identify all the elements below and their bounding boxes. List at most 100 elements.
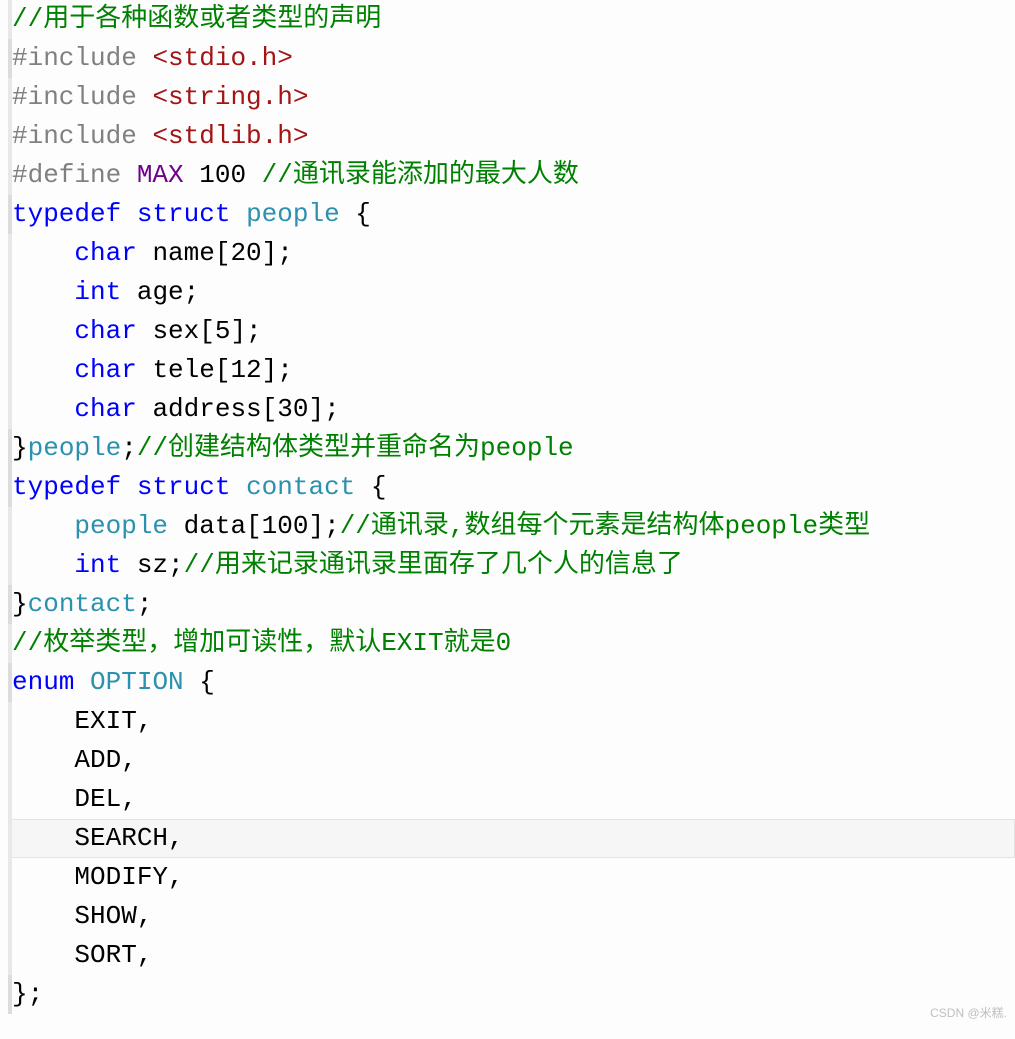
token-plain: { bbox=[184, 667, 215, 697]
fold-gutter bbox=[8, 429, 12, 468]
fold-gutter bbox=[8, 234, 12, 273]
token-plain: DEL, bbox=[12, 784, 137, 814]
token-keyword: char bbox=[74, 355, 136, 385]
line-content: char name[20]; bbox=[8, 234, 293, 273]
code-block: //用于各种函数或者类型的声明#include <stdio.h>#includ… bbox=[0, 0, 1015, 1014]
token-plain: sz; bbox=[121, 550, 183, 580]
token-angle: > bbox=[277, 43, 293, 73]
fold-gutter bbox=[8, 546, 12, 585]
line-content: }contact; bbox=[8, 585, 152, 624]
line-content: SORT, bbox=[8, 936, 152, 975]
token-plain: EXIT, bbox=[12, 706, 152, 736]
code-line: enum OPTION { bbox=[8, 663, 1015, 702]
token-keyword: char bbox=[74, 316, 136, 346]
token-typename: people bbox=[246, 199, 340, 229]
token-plain bbox=[230, 199, 246, 229]
code-line: DEL, bbox=[8, 780, 1015, 819]
line-content: int age; bbox=[8, 273, 199, 312]
token-plain: { bbox=[355, 472, 386, 502]
line-content: SEARCH, bbox=[8, 819, 184, 858]
code-line: char name[20]; bbox=[8, 234, 1015, 273]
token-plain: age; bbox=[121, 277, 199, 307]
token-preproc: #include bbox=[12, 82, 152, 112]
line-content: ADD, bbox=[8, 741, 137, 780]
token-plain: name[20]; bbox=[137, 238, 293, 268]
fold-gutter bbox=[8, 78, 12, 117]
token-angle: > bbox=[293, 82, 309, 112]
token-keyword: struct bbox=[137, 472, 231, 502]
line-content: enum OPTION { bbox=[8, 663, 215, 702]
line-content: }; bbox=[8, 975, 43, 1014]
line-content: DEL, bbox=[8, 780, 137, 819]
code-line: int age; bbox=[8, 273, 1015, 312]
token-plain bbox=[12, 238, 74, 268]
code-line: ADD, bbox=[8, 741, 1015, 780]
token-plain: ADD, bbox=[12, 745, 137, 775]
code-line: //用于各种函数或者类型的声明 bbox=[8, 0, 1015, 39]
token-comment: //用于各种函数或者类型的声明 bbox=[12, 4, 381, 34]
code-line: #define MAX 100 //通讯录能添加的最大人数 bbox=[8, 156, 1015, 195]
token-plain: SORT, bbox=[12, 940, 152, 970]
line-content: MODIFY, bbox=[8, 858, 184, 897]
fold-gutter bbox=[8, 507, 12, 546]
token-angle: < bbox=[152, 43, 168, 73]
line-content: }people;//创建结构体类型并重命名为people bbox=[8, 429, 574, 468]
code-line: }; bbox=[8, 975, 1015, 1014]
token-plain bbox=[74, 667, 90, 697]
token-incfile: stdlib.h bbox=[168, 121, 293, 151]
token-plain: data[100]; bbox=[168, 511, 340, 541]
token-preproc: #include bbox=[12, 121, 152, 151]
token-angle: < bbox=[152, 82, 168, 112]
token-preproc: #define bbox=[12, 160, 137, 190]
line-content: typedef struct people { bbox=[8, 195, 371, 234]
token-keyword: char bbox=[74, 238, 136, 268]
token-keyword: typedef bbox=[12, 199, 121, 229]
token-preproc: #include bbox=[12, 43, 152, 73]
token-comment: //创建结构体类型并重命名为people bbox=[137, 433, 574, 463]
line-content: char sex[5]; bbox=[8, 312, 262, 351]
fold-gutter bbox=[8, 195, 12, 234]
token-plain: address[30]; bbox=[137, 394, 340, 424]
token-plain bbox=[230, 472, 246, 502]
line-content: #include <string.h> bbox=[8, 78, 308, 117]
watermark: CSDN @米糕. bbox=[930, 994, 1007, 1033]
token-comment: //通讯录,数组每个元素是结构体people类型 bbox=[340, 511, 870, 541]
line-content: people data[100];//通讯录,数组每个元素是结构体people类… bbox=[8, 507, 870, 546]
token-typename: people bbox=[74, 511, 168, 541]
code-line: MODIFY, bbox=[8, 858, 1015, 897]
line-content: char tele[12]; bbox=[8, 351, 293, 390]
fold-gutter bbox=[8, 0, 12, 39]
token-plain: SEARCH, bbox=[12, 823, 184, 853]
fold-gutter bbox=[8, 39, 12, 78]
line-content: #define MAX 100 //通讯录能添加的最大人数 bbox=[8, 156, 579, 195]
token-plain bbox=[12, 550, 74, 580]
code-line: SHOW, bbox=[8, 897, 1015, 936]
line-content: #include <stdlib.h> bbox=[8, 117, 308, 156]
token-typename: people bbox=[28, 433, 122, 463]
code-line: SORT, bbox=[8, 936, 1015, 975]
line-content: int sz;//用来记录通讯录里面存了几个人的信息了 bbox=[8, 546, 683, 585]
token-plain: { bbox=[340, 199, 371, 229]
token-plain: tele[12]; bbox=[137, 355, 293, 385]
token-plain: }; bbox=[12, 979, 43, 1009]
token-macro: MAX bbox=[137, 160, 184, 190]
token-angle: > bbox=[293, 121, 309, 151]
code-line: //枚举类型，增加可读性，默认EXIT就是0 bbox=[8, 624, 1015, 663]
token-incfile: string.h bbox=[168, 82, 293, 112]
fold-gutter bbox=[8, 858, 12, 897]
fold-gutter bbox=[8, 897, 12, 936]
line-content: EXIT, bbox=[8, 702, 152, 741]
token-typename: contact bbox=[246, 472, 355, 502]
code-line: EXIT, bbox=[8, 702, 1015, 741]
fold-gutter bbox=[8, 585, 12, 624]
token-comment: //通讯录能添加的最大人数 bbox=[262, 160, 579, 190]
token-plain bbox=[12, 511, 74, 541]
token-plain bbox=[121, 199, 137, 229]
token-typename: OPTION bbox=[90, 667, 184, 697]
fold-gutter bbox=[8, 624, 12, 663]
token-keyword: typedef bbox=[12, 472, 121, 502]
token-keyword: enum bbox=[12, 667, 74, 697]
token-keyword: int bbox=[74, 550, 121, 580]
code-line: char tele[12]; bbox=[8, 351, 1015, 390]
line-content: char address[30]; bbox=[8, 390, 340, 429]
